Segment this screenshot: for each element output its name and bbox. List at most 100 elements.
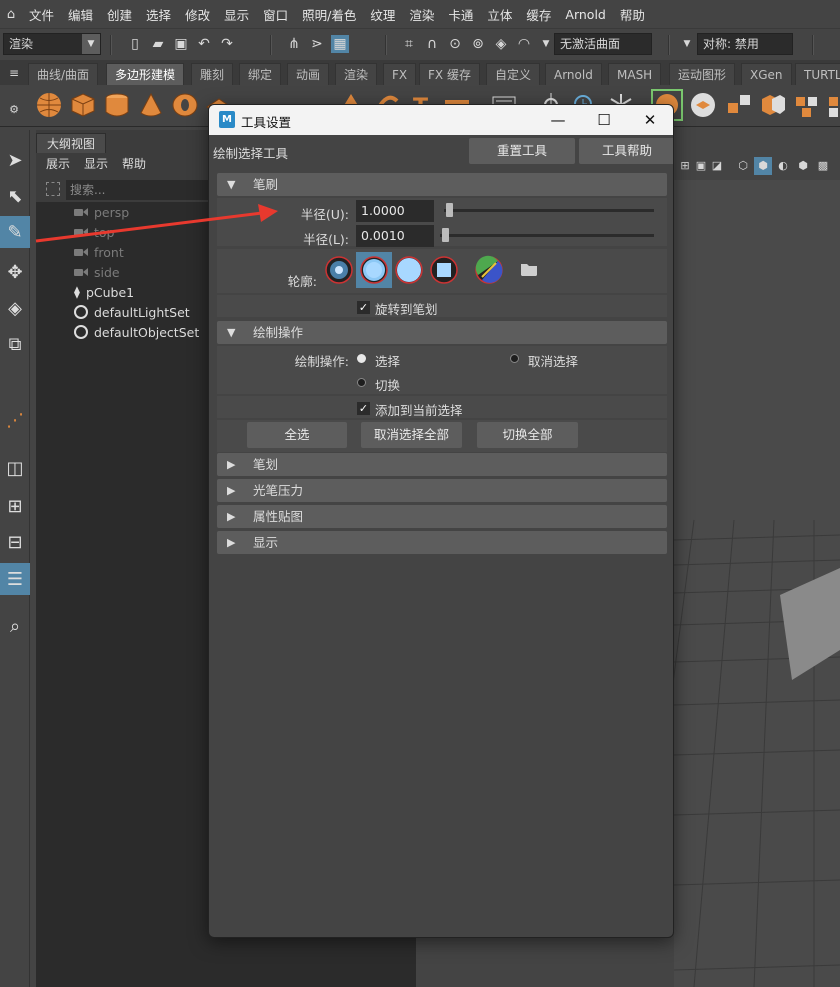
shelf-tab-rendering[interactable]: 渲染 [335,63,378,85]
snap-grid-icon[interactable]: ⌗ [400,35,418,53]
menu-file[interactable]: 文件 [22,5,61,24]
home-icon[interactable]: ⌂ [0,7,22,22]
menu-lighting[interactable]: 照明/着色 [295,5,363,24]
select-object-icon[interactable]: ⋗ [308,35,326,53]
brush-section-header[interactable]: ▼ 笔刷 [217,173,667,196]
stroke-section-header[interactable]: ▶ 笔划 [217,453,667,476]
wireframe-icon[interactable]: ⬡ [734,157,752,175]
shelf-tab-arnold[interactable]: Arnold [545,63,602,85]
soft-mod-tool-icon[interactable]: ⋰ [0,404,30,436]
rotate-tool-icon[interactable]: ◈ [0,292,30,324]
layout-two-icon[interactable]: ⊟ [0,526,30,558]
poly-sphere-icon[interactable] [35,91,63,119]
paint-select-tool-icon[interactable]: ✎ [0,216,30,248]
shelf-tab-rigging[interactable]: 绑定 [239,63,282,85]
snap-options-icon[interactable]: ▼ [537,35,555,53]
outliner-item[interactable]: side [74,262,120,282]
menu-texture[interactable]: 纹理 [363,5,402,24]
poly-cube-icon[interactable] [69,91,97,119]
shelf-tab-custom[interactable]: 自定义 [486,63,541,85]
reset-tool-button[interactable]: 重置工具 [469,138,575,164]
move-tool-icon[interactable]: ✥ [0,256,30,288]
select-tool-icon[interactable]: ➤ [0,144,30,176]
toggle-all-button[interactable]: 切换全部 [477,422,578,448]
radius-u-field[interactable]: 1.0000 [356,200,434,222]
profile-solid-icon[interactable] [394,255,424,285]
shelf-tab-mash[interactable]: MASH [608,63,662,85]
select-radio[interactable] [357,354,366,363]
radius-u-slider-handle[interactable] [446,203,453,217]
menu-select[interactable]: 选择 [139,5,178,24]
menu-create[interactable]: 创建 [100,5,139,24]
poly-torus-icon[interactable] [171,91,199,119]
new-scene-icon[interactable]: ▯ [126,35,144,53]
profile-gaussian-icon[interactable] [324,255,354,285]
shelf-tab-fx-cache[interactable]: FX 缓存 [419,63,480,85]
outliner-item[interactable]: persp [74,202,129,222]
snap-point-icon[interactable]: ⊙ [446,35,464,53]
profile-square-icon[interactable] [429,255,459,285]
outliner-item[interactable]: ⧫ pCube1 [74,282,134,302]
minimize-icon[interactable]: — [535,108,581,132]
outliner-tab[interactable]: 大纲视图 [36,133,106,153]
symmetry-field[interactable]: 对称: 禁用 [697,33,793,55]
menu-help[interactable]: 帮助 [613,5,652,24]
outliner-layout-icon[interactable]: ☰ [0,563,30,595]
resolution-gate-icon[interactable]: ◪ [708,157,726,175]
lighting-icon[interactable]: ◐ [774,157,792,175]
open-scene-icon[interactable]: ▰ [149,35,167,53]
shelf-settings-icon[interactable]: ⚙ [5,101,23,119]
deselect-all-button[interactable]: 取消选择全部 [361,422,462,448]
select-component-icon[interactable]: ▦ [331,35,349,53]
shelf-tab-xgen[interactable]: XGen [741,63,792,85]
menu-window[interactable]: 窗口 [256,5,295,24]
outliner-item[interactable]: defaultLightSet [74,302,190,322]
shelf-tab-polygon[interactable]: 多边形建模 [106,63,185,85]
save-scene-icon[interactable]: ▣ [172,35,190,53]
shelf-tab-motion-graphics[interactable]: 运动图形 [669,63,736,85]
extract-icon[interactable] [725,91,753,119]
radius-l-slider-handle[interactable] [442,228,449,242]
profile-soft-icon[interactable] [359,255,389,285]
outliner-menu-help[interactable]: 帮助 [122,155,146,172]
textured-icon[interactable]: ⬢ [794,157,812,175]
layout-four-icon[interactable]: ⊞ [0,490,30,522]
menu-cache[interactable]: 缓存 [519,5,558,24]
live-surface-field[interactable]: 无激活曲面 [554,33,652,55]
outliner-menu-display[interactable]: 显示 [84,155,108,172]
radius-l-slider[interactable] [440,234,654,237]
smooth-shade-icon[interactable]: ⬢ [754,157,772,175]
shelf-tab-curves[interactable]: 曲线/曲面 [28,63,99,85]
snap-view-icon[interactable]: ⊚ [469,35,487,53]
radius-u-slider[interactable] [444,209,654,212]
menu-stereo[interactable]: 立体 [480,5,519,24]
zoom-icon[interactable]: ⌕ [0,610,30,642]
rotate-to-stroke-checkbox[interactable]: ✓ [357,301,370,314]
shelf-tab-animation[interactable]: 动画 [287,63,330,85]
close-icon[interactable]: ✕ [627,108,673,132]
paint-ops-section-header[interactable]: ▼ 绘制操作 [217,321,667,344]
menu-modify[interactable]: 修改 [178,5,217,24]
select-hierarchy-icon[interactable]: ⋔ [285,35,303,53]
outliner-item[interactable]: defaultObjectSet [74,322,199,342]
poly-cone-icon[interactable] [137,91,165,119]
menu-set-dropdown[interactable]: 渲染 ▼ [3,33,101,55]
bool-icon[interactable] [759,91,787,119]
menu-display[interactable]: 显示 [217,5,256,24]
deselect-radio[interactable] [510,354,519,363]
snap-edge-icon[interactable]: ◠ [515,35,533,53]
mirror-icon[interactable] [793,91,821,119]
tool-help-button[interactable]: 工具帮助 [579,138,673,164]
toggle-radio[interactable] [357,378,366,387]
menu-arnold[interactable]: Arnold [558,7,612,22]
add-to-selection-checkbox[interactable]: ✓ [357,402,370,415]
shadows-icon[interactable]: ▩ [814,157,832,175]
separate-icon[interactable] [689,91,717,119]
filter-icon[interactable] [46,182,60,196]
maximize-icon[interactable]: ☐ [581,108,627,132]
outliner-item[interactable]: top [74,222,114,242]
folder-icon[interactable] [519,259,539,279]
snap-surface-icon[interactable]: ◈ [492,35,510,53]
menu-render[interactable]: 渲染 [402,5,441,24]
attribute-maps-section-header[interactable]: ▶ 属性贴图 [217,505,667,528]
